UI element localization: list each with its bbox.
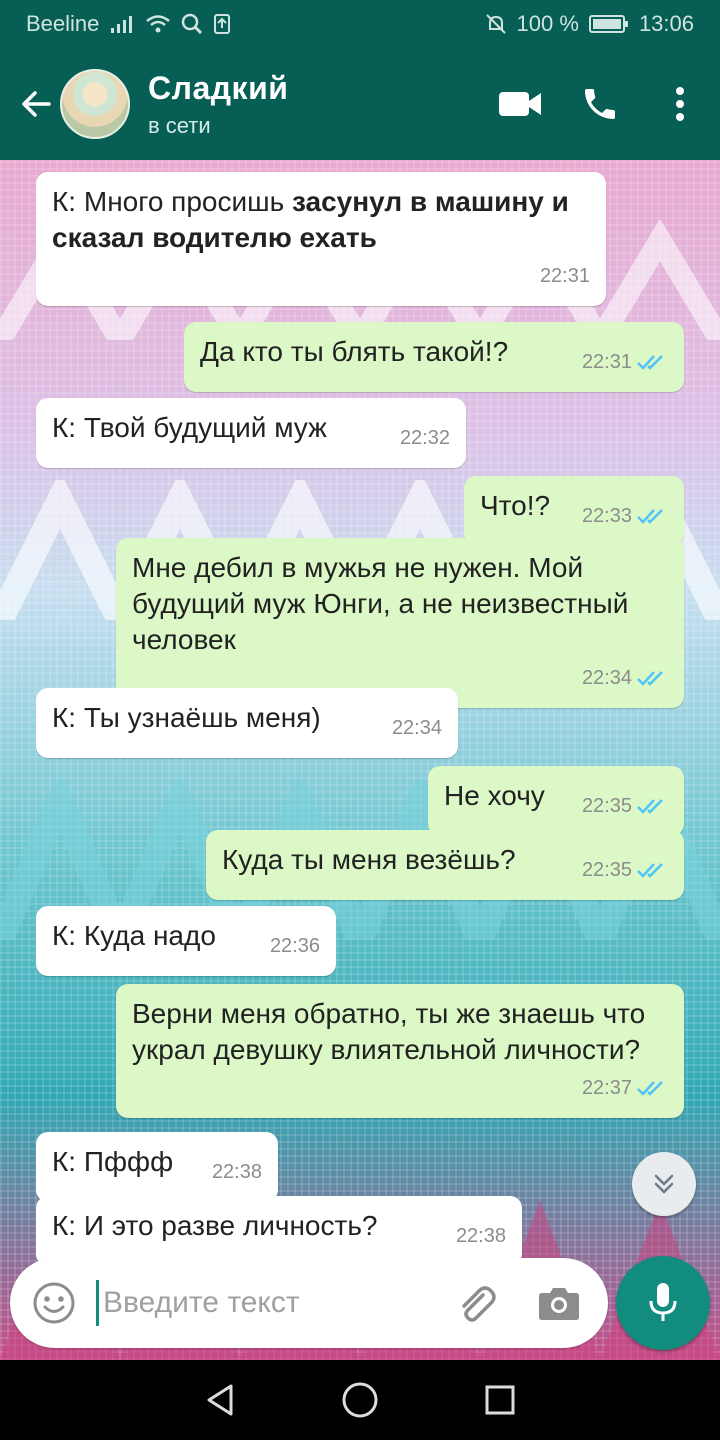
contact-name: Сладкий	[148, 69, 289, 106]
message-text: К: Ты узнаёшь меня)	[52, 702, 321, 733]
message-incoming[interactable]: К: Куда надо 22:36	[36, 906, 336, 976]
message-outgoing[interactable]: Верни меня обратно, ты же знаешь что укр…	[116, 984, 684, 1118]
message-outgoing[interactable]: Мне дебил в мужья не нужен. Мой будущий …	[116, 538, 684, 708]
carrier-name: Beeline	[26, 11, 100, 36]
emoji-icon	[33, 1282, 75, 1324]
voice-message-button[interactable]	[616, 1256, 710, 1350]
signal-icon	[109, 14, 135, 34]
battery-percent: 100 %	[516, 11, 579, 36]
clock: 13:06	[638, 11, 694, 36]
system-nav-bar	[0, 1360, 720, 1440]
message-outgoing[interactable]: Что!? 22:33	[464, 476, 684, 546]
message-incoming[interactable]: К: Ты узнаёшь меня) 22:34	[36, 688, 458, 758]
message-time: 22:34	[391, 717, 442, 739]
square-recents-icon	[485, 1385, 515, 1415]
message-text: К: И это разве личность?	[52, 1210, 378, 1241]
battery-icon	[588, 14, 629, 34]
emoji-button[interactable]	[28, 1277, 80, 1329]
message-outgoing[interactable]: Куда ты меня везёшь? 22:35	[206, 830, 684, 900]
message-text: Да кто ты блять такой!?	[200, 336, 509, 367]
contact-info[interactable]: Сладкий в сети	[148, 70, 288, 139]
chevron-double-down-icon	[654, 1174, 674, 1194]
double-check-icon	[637, 509, 663, 524]
voice-call-button[interactable]	[560, 64, 640, 144]
upload-icon	[213, 13, 231, 35]
camera-button[interactable]	[531, 1275, 587, 1331]
double-check-icon	[637, 1081, 663, 1096]
message-text: К: Пффф	[52, 1146, 174, 1177]
chat-messages[interactable]: К: Много просишь засунул в машину и сказ…	[0, 160, 720, 1360]
more-vert-icon	[676, 87, 684, 121]
message-time: 22:36	[269, 935, 320, 957]
video-camera-icon	[499, 92, 541, 116]
message-time: 22:33	[581, 505, 632, 527]
chat-header: Сладкий в сети	[0, 48, 720, 160]
message-time: 22:35	[581, 859, 632, 881]
double-check-icon	[637, 799, 663, 814]
message-incoming[interactable]: К: И это разве личность? 22:38	[36, 1196, 522, 1266]
nav-home-button[interactable]	[330, 1370, 390, 1430]
text-cursor	[96, 1280, 99, 1326]
message-text: Верни меня обратно, ты же знаешь что укр…	[132, 998, 646, 1065]
back-button[interactable]	[6, 74, 66, 134]
circle-home-icon	[342, 1382, 378, 1418]
nav-back-button[interactable]	[190, 1370, 250, 1430]
message-composer	[10, 1258, 608, 1348]
message-outgoing[interactable]: Да кто ты блять такой!? 22:31	[184, 322, 684, 392]
double-check-icon	[637, 671, 663, 686]
message-time: 22:35	[581, 795, 632, 817]
double-check-icon	[637, 355, 663, 370]
message-outgoing[interactable]: Не хочу 22:35	[428, 766, 684, 836]
mute-bell-icon	[485, 13, 507, 35]
message-incoming[interactable]: К: Пффф 22:38	[36, 1132, 278, 1202]
status-bar: Beeline 100 % 13:06	[0, 0, 720, 48]
avatar[interactable]	[60, 69, 130, 139]
message-text: Что!?	[480, 490, 551, 521]
attach-button[interactable]	[447, 1275, 503, 1331]
search-icon	[181, 13, 203, 35]
message-text: Куда ты меня везёшь?	[222, 844, 516, 875]
message-time: 22:31	[539, 265, 590, 287]
message-text: К: Твой будущий муж	[52, 412, 327, 443]
phone-icon	[585, 89, 615, 119]
message-text: К: Много просишь	[52, 186, 292, 217]
message-time: 22:34	[581, 667, 632, 689]
message-text: Не хочу	[444, 780, 545, 811]
nav-recents-button[interactable]	[470, 1370, 530, 1430]
microphone-icon	[649, 1283, 677, 1321]
message-time: 22:38	[211, 1161, 262, 1183]
double-check-icon	[637, 863, 663, 878]
message-incoming[interactable]: К: Много просишь засунул в машину и сказ…	[36, 172, 606, 306]
video-call-button[interactable]	[480, 64, 560, 144]
scroll-to-bottom-button[interactable]	[632, 1152, 696, 1216]
message-time: 22:31	[581, 351, 632, 373]
message-text: К: Куда надо	[52, 920, 216, 951]
paperclip-icon	[462, 1286, 496, 1322]
triangle-back-icon	[207, 1384, 233, 1416]
message-input[interactable]	[103, 1286, 433, 1320]
arrow-left-icon	[22, 91, 51, 117]
message-time: 22:38	[455, 1225, 506, 1247]
contact-status: в сети	[148, 112, 211, 138]
more-options-button[interactable]	[640, 64, 720, 144]
message-time: 22:37	[581, 1077, 632, 1099]
message-time: 22:32	[399, 427, 450, 449]
message-text: Мне дебил в мужья не нужен. Мой будущий …	[132, 552, 629, 655]
camera-icon	[539, 1288, 579, 1320]
message-incoming[interactable]: К: Твой будущий муж 22:32	[36, 398, 466, 468]
wifi-icon	[145, 14, 171, 34]
